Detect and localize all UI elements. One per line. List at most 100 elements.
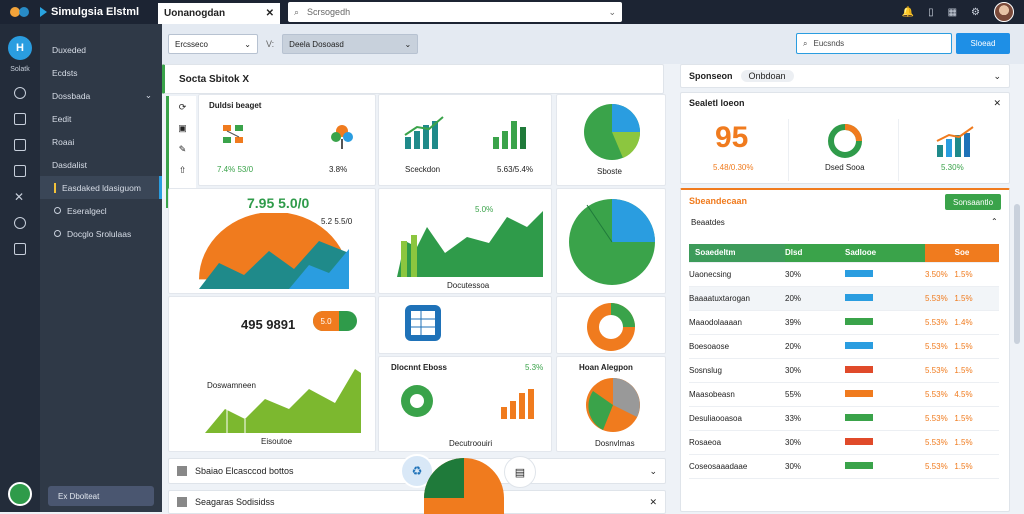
table-row[interactable]: Sosnslug 30% 5.53% 1.5%: [689, 358, 999, 383]
pie-card-2[interactable]: [556, 188, 666, 294]
chevron-down-icon[interactable]: ⌄: [608, 7, 616, 18]
filter-select-1[interactable]: Ercsseco ⌄: [168, 34, 258, 54]
sidebar-item-dashboard[interactable]: Duxeded: [40, 38, 162, 61]
row-bar: [845, 293, 873, 301]
card-headline: 7.95 5.0/0: [247, 195, 310, 211]
right-dropdown[interactable]: Sponseon Onbdoan ⌄: [680, 64, 1010, 88]
row-bar: [845, 317, 873, 325]
app-logo-icon[interactable]: [0, 0, 40, 24]
close-tab-icon[interactable]: ✕: [266, 8, 274, 19]
metric-card-11[interactable]: Dlocnnt Eboss 5.3% Decutroouiri: [378, 356, 552, 452]
globe-icon[interactable]: [14, 217, 26, 229]
card-value: 495 9891: [241, 317, 296, 332]
address-bar[interactable]: ⌕ Scrsogedh ⌄: [288, 2, 622, 22]
chip[interactable]: Onbdoan: [740, 70, 794, 82]
upload-icon[interactable]: ⇧: [179, 165, 187, 176]
icon-rail: H Solatk ✕: [0, 24, 40, 512]
table-row[interactable]: Maaodolaaaan 39% 5.53% 1.4%: [689, 310, 999, 335]
pie-card-1[interactable]: Sboste: [556, 94, 666, 186]
data-table-panel: Sbeandecaan Sonsaantlo Beaatdes ⌃ Soaede…: [680, 188, 1010, 512]
scrollbar[interactable]: [1014, 204, 1020, 344]
pie-chart: [584, 104, 641, 160]
play-icon: [40, 7, 47, 17]
row-bar: [845, 413, 873, 421]
area-chart-card-3[interactable]: 495 9891 5.0 Doswamneen Eisoutoe: [168, 296, 376, 452]
area-chart-card-1[interactable]: 7.95 5.0/0 5.2 5.5/0: [168, 188, 376, 294]
status-icon[interactable]: [8, 482, 32, 506]
table-row[interactable]: Uaonecsing 30% 3.50% 1.5%: [689, 262, 999, 287]
close-icon[interactable]: ✕: [649, 497, 657, 508]
doc-fab[interactable]: ▤: [504, 456, 536, 488]
card-title: Dlocnnt Eboss: [391, 363, 448, 372]
area-chart: [199, 213, 349, 289]
search-icon: ⌕: [803, 38, 808, 48]
sidebar-item-roles[interactable]: Roaai: [40, 130, 162, 153]
table-row[interactable]: Rosaeoa 30% 5.53% 1.5%: [689, 430, 999, 455]
pie-chart: [586, 378, 640, 432]
spreadsheet-icon: [405, 305, 441, 341]
top-bar: Simulgsia Elstml Uonanogdan ✕ ⌕ Scrsoged…: [0, 0, 1024, 24]
compass-icon[interactable]: [14, 87, 26, 99]
tools-icon[interactable]: ✕: [14, 191, 26, 203]
sidebar-item-docs[interactable]: Docglo Srolulaas: [40, 222, 162, 245]
book-icon[interactable]: [14, 113, 26, 125]
grid-header: Socta Sbitok X: [162, 64, 664, 94]
sidebar-item-extended[interactable]: Easdaked ldasiguom: [40, 176, 162, 199]
table-action-button[interactable]: Sonsaantlo: [945, 194, 1001, 210]
table-header-row: Soaedeltm Dlsd Sadlooe Soe: [689, 244, 999, 263]
app-title: Simulgsia Elstml: [40, 6, 158, 18]
card-label-2: Eisoutoe: [261, 437, 293, 446]
sidebar-item-datalist[interactable]: Dasdalist: [40, 153, 162, 176]
sidebar-item-database[interactable]: Dossbada ⌄: [40, 84, 162, 107]
sidebar-item-general[interactable]: Eseralgecl: [40, 199, 162, 222]
home-button[interactable]: H: [8, 36, 32, 60]
sidebar-footer-button[interactable]: Ex Dbolteat: [48, 486, 154, 506]
page-icon[interactable]: ▯: [928, 7, 934, 18]
card-metric-2: 3.8%: [329, 165, 348, 174]
notification-icon[interactable]: 🔔: [902, 7, 914, 18]
rail-label: Solatk: [10, 66, 30, 73]
close-icon[interactable]: ✕: [993, 98, 1001, 109]
table-row[interactable]: Baaaatuxtarogan 20% 5.53% 1.5%: [689, 286, 999, 311]
browser-tab[interactable]: Uonanogdan ✕: [158, 3, 280, 24]
sidebar-item-edit[interactable]: Eedit: [40, 107, 162, 130]
area-chart-card-2[interactable]: 5.0% Docutessoa: [378, 188, 552, 294]
edit-icon[interactable]: ✎: [179, 144, 187, 155]
table-row[interactable]: Coseosaaadaae 30% 5.53% 1.5%: [689, 454, 999, 479]
chevron-down-icon[interactable]: ⌄: [993, 71, 1001, 82]
chevron-down-icon[interactable]: ⌄: [649, 466, 657, 477]
calendar-icon[interactable]: ▦: [948, 7, 957, 18]
icon-card[interactable]: [378, 296, 552, 354]
kpi-card-1[interactable]: Duldsi beaget 7.4% 53/0 3.8%: [198, 94, 376, 186]
sidebar: Duxeded Ecdsts Dossbada ⌄ Eedit Roaai Das…: [40, 24, 162, 512]
donut-card[interactable]: [556, 296, 666, 354]
circle-icon: [54, 230, 61, 237]
card-metric-2: 5.63/5.4%: [497, 165, 534, 174]
donut-icon: [828, 124, 862, 158]
data-table: Soaedeltm Dlsd Sadlooe Soe Uaonecsing 30%…: [689, 244, 999, 479]
sidebar-item-reports[interactable]: Ecdsts: [40, 61, 162, 84]
collapsible-row-2[interactable]: Seagaras Sodisidss ✕: [168, 490, 666, 514]
table-row[interactable]: Boesoaose 20% 5.53% 1.5%: [689, 334, 999, 359]
network-icon: [223, 125, 243, 143]
sort-icon[interactable]: ⌃: [991, 217, 998, 226]
search-input[interactable]: ⌕ Eucsnds: [796, 33, 952, 54]
camera-icon[interactable]: ▣: [178, 123, 187, 134]
kpi-card-2[interactable]: Sceckdon 5.63/5.4%: [378, 94, 552, 186]
card-tag: 5.3%: [525, 363, 544, 372]
search-button[interactable]: Sloead: [956, 33, 1010, 54]
avatar[interactable]: [994, 2, 1014, 22]
badge: 5.0: [313, 311, 357, 331]
kpi-1: 95 5.48/0.30%: [685, 119, 789, 181]
document-icon[interactable]: [14, 139, 26, 151]
circle-icon: [54, 207, 61, 214]
dollar-icon: [401, 385, 433, 417]
refresh-icon[interactable]: ⟳: [179, 102, 187, 113]
filter-select-2[interactable]: Deela Dosoasd ⌄: [282, 34, 419, 54]
chart-icon[interactable]: [14, 165, 26, 177]
inbox-icon[interactable]: [14, 243, 26, 255]
pie-card-12[interactable]: Hoan Alegpon Dosnvlmas: [556, 356, 666, 452]
table-row[interactable]: Desuliaooasoa 33% 5.53% 1.5%: [689, 406, 999, 431]
user-settings-icon[interactable]: ⚙: [971, 7, 980, 18]
table-row[interactable]: Maasobeasn 55% 5.53% 4.5%: [689, 382, 999, 407]
